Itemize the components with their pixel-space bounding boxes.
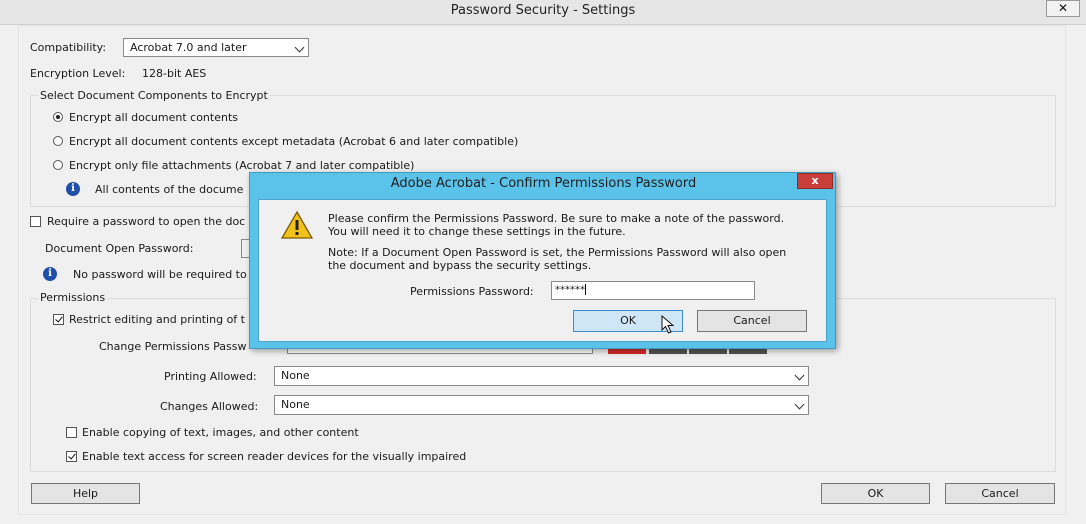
printing-allowed-label: Printing Allowed: (164, 370, 257, 383)
changes-allowed-value: None (281, 398, 310, 411)
enable-copying-checkbox[interactable] (66, 427, 77, 438)
warning-icon (280, 210, 314, 239)
confirm-password-dialog: Adobe Acrobat - Confirm Permissions Pass… (249, 172, 836, 349)
dialog-title: Adobe Acrobat - Confirm Permissions Pass… (390, 176, 697, 191)
ok-button[interactable]: OK (821, 483, 930, 504)
compatibility-select[interactable]: Acrobat 7.0 and later (123, 38, 309, 57)
changes-allowed-label: Changes Allowed: (160, 400, 259, 413)
dialog-cancel-button[interactable]: Cancel (697, 310, 807, 332)
dialog-close-button[interactable]: x (797, 173, 833, 189)
text-caret (585, 284, 586, 295)
document-open-password-label: Document Open Password: (45, 242, 194, 255)
changes-allowed-select[interactable]: None (274, 395, 809, 415)
require-open-password-checkbox[interactable] (30, 216, 41, 227)
chevron-down-icon (294, 42, 305, 53)
mouse-cursor-icon (661, 315, 675, 334)
help-button[interactable]: Help (31, 483, 140, 504)
radio-encrypt-except-metadata[interactable] (53, 136, 63, 146)
cancel-button[interactable]: Cancel (945, 483, 1055, 504)
permissions-header: Permissions (38, 291, 108, 304)
change-permissions-password-label: Change Permissions Passw (99, 340, 247, 353)
encryption-level-label: Encryption Level: (30, 67, 126, 80)
radio-encrypt-attachments-label: Encrypt only file attachments (Acrobat 7… (69, 159, 415, 172)
info-icon: i (43, 267, 57, 281)
printing-allowed-select[interactable]: None (274, 366, 809, 386)
dialog-message-line-2: You will need it to change these setting… (328, 225, 626, 238)
enable-screen-reader-label: Enable text access for screen reader dev… (82, 450, 467, 463)
require-open-password-label: Require a password to open the doc (47, 215, 246, 228)
encryption-level-value: 128-bit AES (142, 67, 207, 80)
restrict-editing-label: Restrict editing and printing of t (69, 313, 245, 326)
radio-encrypt-all-label: Encrypt all document contents (69, 111, 238, 124)
compatibility-value: Acrobat 7.0 and later (130, 41, 247, 54)
radio-encrypt-except-metadata-label: Encrypt all document contents except met… (69, 135, 519, 148)
close-icon: ✕ (1057, 1, 1069, 15)
restrict-editing-checkbox[interactable] (53, 314, 64, 325)
dialog-message-line-1: Please confirm the Permissions Password.… (328, 212, 785, 225)
radio-encrypt-all[interactable] (53, 112, 63, 122)
enable-copying-label: Enable copying of text, images, and othe… (82, 426, 359, 439)
compatibility-label: Compatibility: (30, 41, 107, 54)
permissions-password-input[interactable]: ****** (551, 281, 755, 300)
permissions-password-label: Permissions Password: (410, 285, 534, 298)
close-icon: x (811, 174, 819, 187)
window-title: Password Security - Settings (450, 3, 636, 18)
open-password-info-text: No password will be required to (73, 268, 247, 281)
components-info-text: All contents of the docume (95, 183, 244, 196)
enable-screen-reader-checkbox[interactable] (66, 451, 77, 462)
dialog-note-line-2: the document and bypass the security set… (328, 259, 592, 272)
chevron-down-icon (794, 399, 805, 410)
components-header: Select Document Components to Encrypt (38, 89, 270, 102)
printing-allowed-value: None (281, 369, 310, 382)
window-close-button[interactable]: ✕ (1046, 0, 1080, 17)
dialog-note-line-1: Note: If a Document Open Password is set… (328, 246, 787, 259)
dialog-body: Please confirm the Permissions Password.… (258, 199, 827, 342)
chevron-down-icon (794, 370, 805, 381)
radio-encrypt-attachments[interactable] (53, 160, 63, 170)
info-icon: i (66, 182, 80, 196)
permissions-password-value: ****** (555, 284, 585, 296)
